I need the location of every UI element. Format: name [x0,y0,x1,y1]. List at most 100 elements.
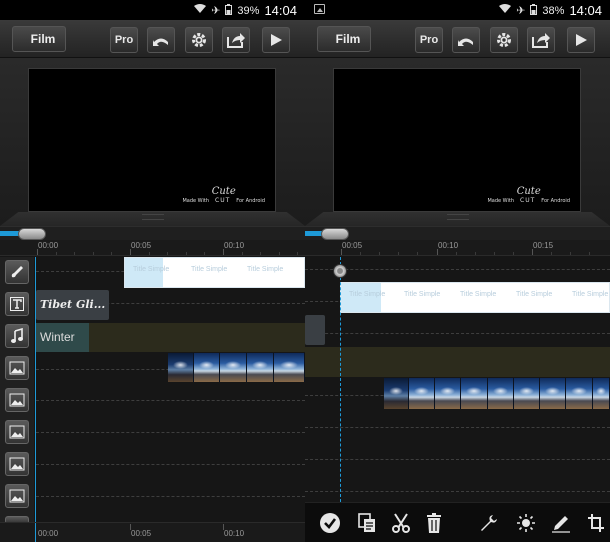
share-icon [227,33,245,48]
ruler-tick [341,249,342,255]
progress-knob[interactable] [18,228,46,240]
ruler-label: 00:10 [438,241,459,250]
gear-icon [497,33,511,47]
settings-button[interactable] [490,27,518,53]
watermark: Cute Made With CUT For Android [487,186,570,204]
video-frame [566,378,593,409]
track-button-image[interactable] [5,484,29,508]
timeline-ruler[interactable]: 00:05 00:10 00:15 [305,240,610,256]
play-icon [576,34,587,46]
playhead[interactable] [340,257,341,502]
track-button-image[interactable] [5,420,29,444]
music-clip[interactable] [305,347,610,377]
music-icon [11,328,23,343]
cut-icon [392,513,410,533]
ruler-tick [130,249,131,255]
playhead[interactable] [35,257,36,522]
video-clip[interactable] [168,353,305,382]
stand-grip [142,214,164,220]
timeline-ruler[interactable]: 00:00 00:05 00:10 [0,240,305,256]
ruler-tick [130,524,131,530]
undo-button[interactable] [147,27,175,53]
wifi-icon [499,4,512,17]
music-clip[interactable]: Winter [36,323,305,352]
duplicate-button[interactable] [355,511,379,535]
track-button-image[interactable] [5,388,29,412]
watermark-for-android: For Android [236,198,265,204]
pro-label: Pro [419,34,439,46]
brightness-button[interactable] [514,511,538,535]
back-button[interactable]: Film [12,26,66,52]
video-frame [247,353,274,382]
track-guide [36,400,305,401]
ruler-tick [297,252,298,255]
share-button[interactable] [222,27,250,53]
settings-button[interactable] [185,27,213,53]
video-clip[interactable] [384,378,610,409]
back-button[interactable]: Film [317,26,371,52]
title-clip-text: Title Simple [460,291,497,298]
edit-button[interactable] [549,511,573,535]
title-clip[interactable]: Title Simple Title Simple Title Simple [124,257,305,288]
title-clip-text: Title Simple [516,291,553,298]
ruler-tick [417,252,418,255]
status-bar: ✈ 39% 14:04 [0,0,305,20]
confirm-button[interactable] [318,511,342,535]
playhead [35,523,36,542]
split-button[interactable] [389,511,413,535]
undo-button[interactable] [452,27,480,53]
ruler-tick [56,252,57,255]
delete-button[interactable] [422,511,446,535]
text-clip[interactable]: Tibet Gli... [36,290,109,320]
notification-image-icon [314,4,325,14]
ruler-label: 00:05 [131,529,152,538]
crop-button[interactable] [584,511,608,535]
pro-button[interactable]: Pro [110,27,138,53]
watermark-made-with: Made With [182,198,210,204]
track-button-music[interactable] [5,324,29,348]
progress-knob[interactable] [321,228,349,240]
video-frame [409,378,435,409]
track-guide [36,432,305,433]
ruler-tick [551,252,552,255]
track-button-image[interactable] [5,356,29,380]
pro-button[interactable]: Pro [415,27,443,53]
title-clip-text: Title Simple [133,266,170,273]
track-guide [305,427,610,428]
watermark: Cute Made With CUT For Android [182,186,265,204]
watermark-cute: Cute [516,186,541,197]
ruler-label: 00:05 [131,241,152,250]
text-clip[interactable] [305,315,325,345]
image-icon [9,489,25,503]
playhead-handle[interactable] [333,264,347,278]
text-clip-label: Tibet Gli... [40,298,106,311]
video-preview[interactable]: Cute Made With CUT For Android [333,68,581,212]
title-clip-text: Title Simple [349,291,386,298]
ruler-tick [223,249,224,255]
airplane-icon: ✈ [516,5,526,17]
track-guide [36,464,305,465]
left-screen: ✈ 39% 14:04 Film Pro Cute Made With CUT … [0,0,305,542]
preview-area: Cute Made With CUT For Android [305,58,610,226]
play-button[interactable] [262,27,290,53]
back-label: Film [30,32,56,46]
track-guide [305,459,610,460]
play-button[interactable] [567,27,595,53]
video-preview[interactable]: Cute Made With CUT For Android [28,68,276,212]
brightness-icon [517,514,535,532]
video-frame [593,378,610,409]
share-button[interactable] [527,27,555,53]
tools-button[interactable] [477,511,501,535]
video-frame [488,378,514,409]
track-button-text[interactable] [5,292,29,316]
track-button-effects[interactable] [5,260,29,284]
image-icon [9,457,25,471]
video-frame [168,353,194,382]
track-button-image[interactable] [5,452,29,476]
title-clip[interactable]: Title Simple Title Simple Title Simple T… [340,282,610,313]
timeline-ruler-bottom: 00:00 00:05 00:10 [0,522,305,542]
airplane-icon: ✈ [211,5,221,17]
playback-progress[interactable] [0,226,305,240]
ruler-tick [93,252,94,255]
playback-progress[interactable] [305,226,610,240]
